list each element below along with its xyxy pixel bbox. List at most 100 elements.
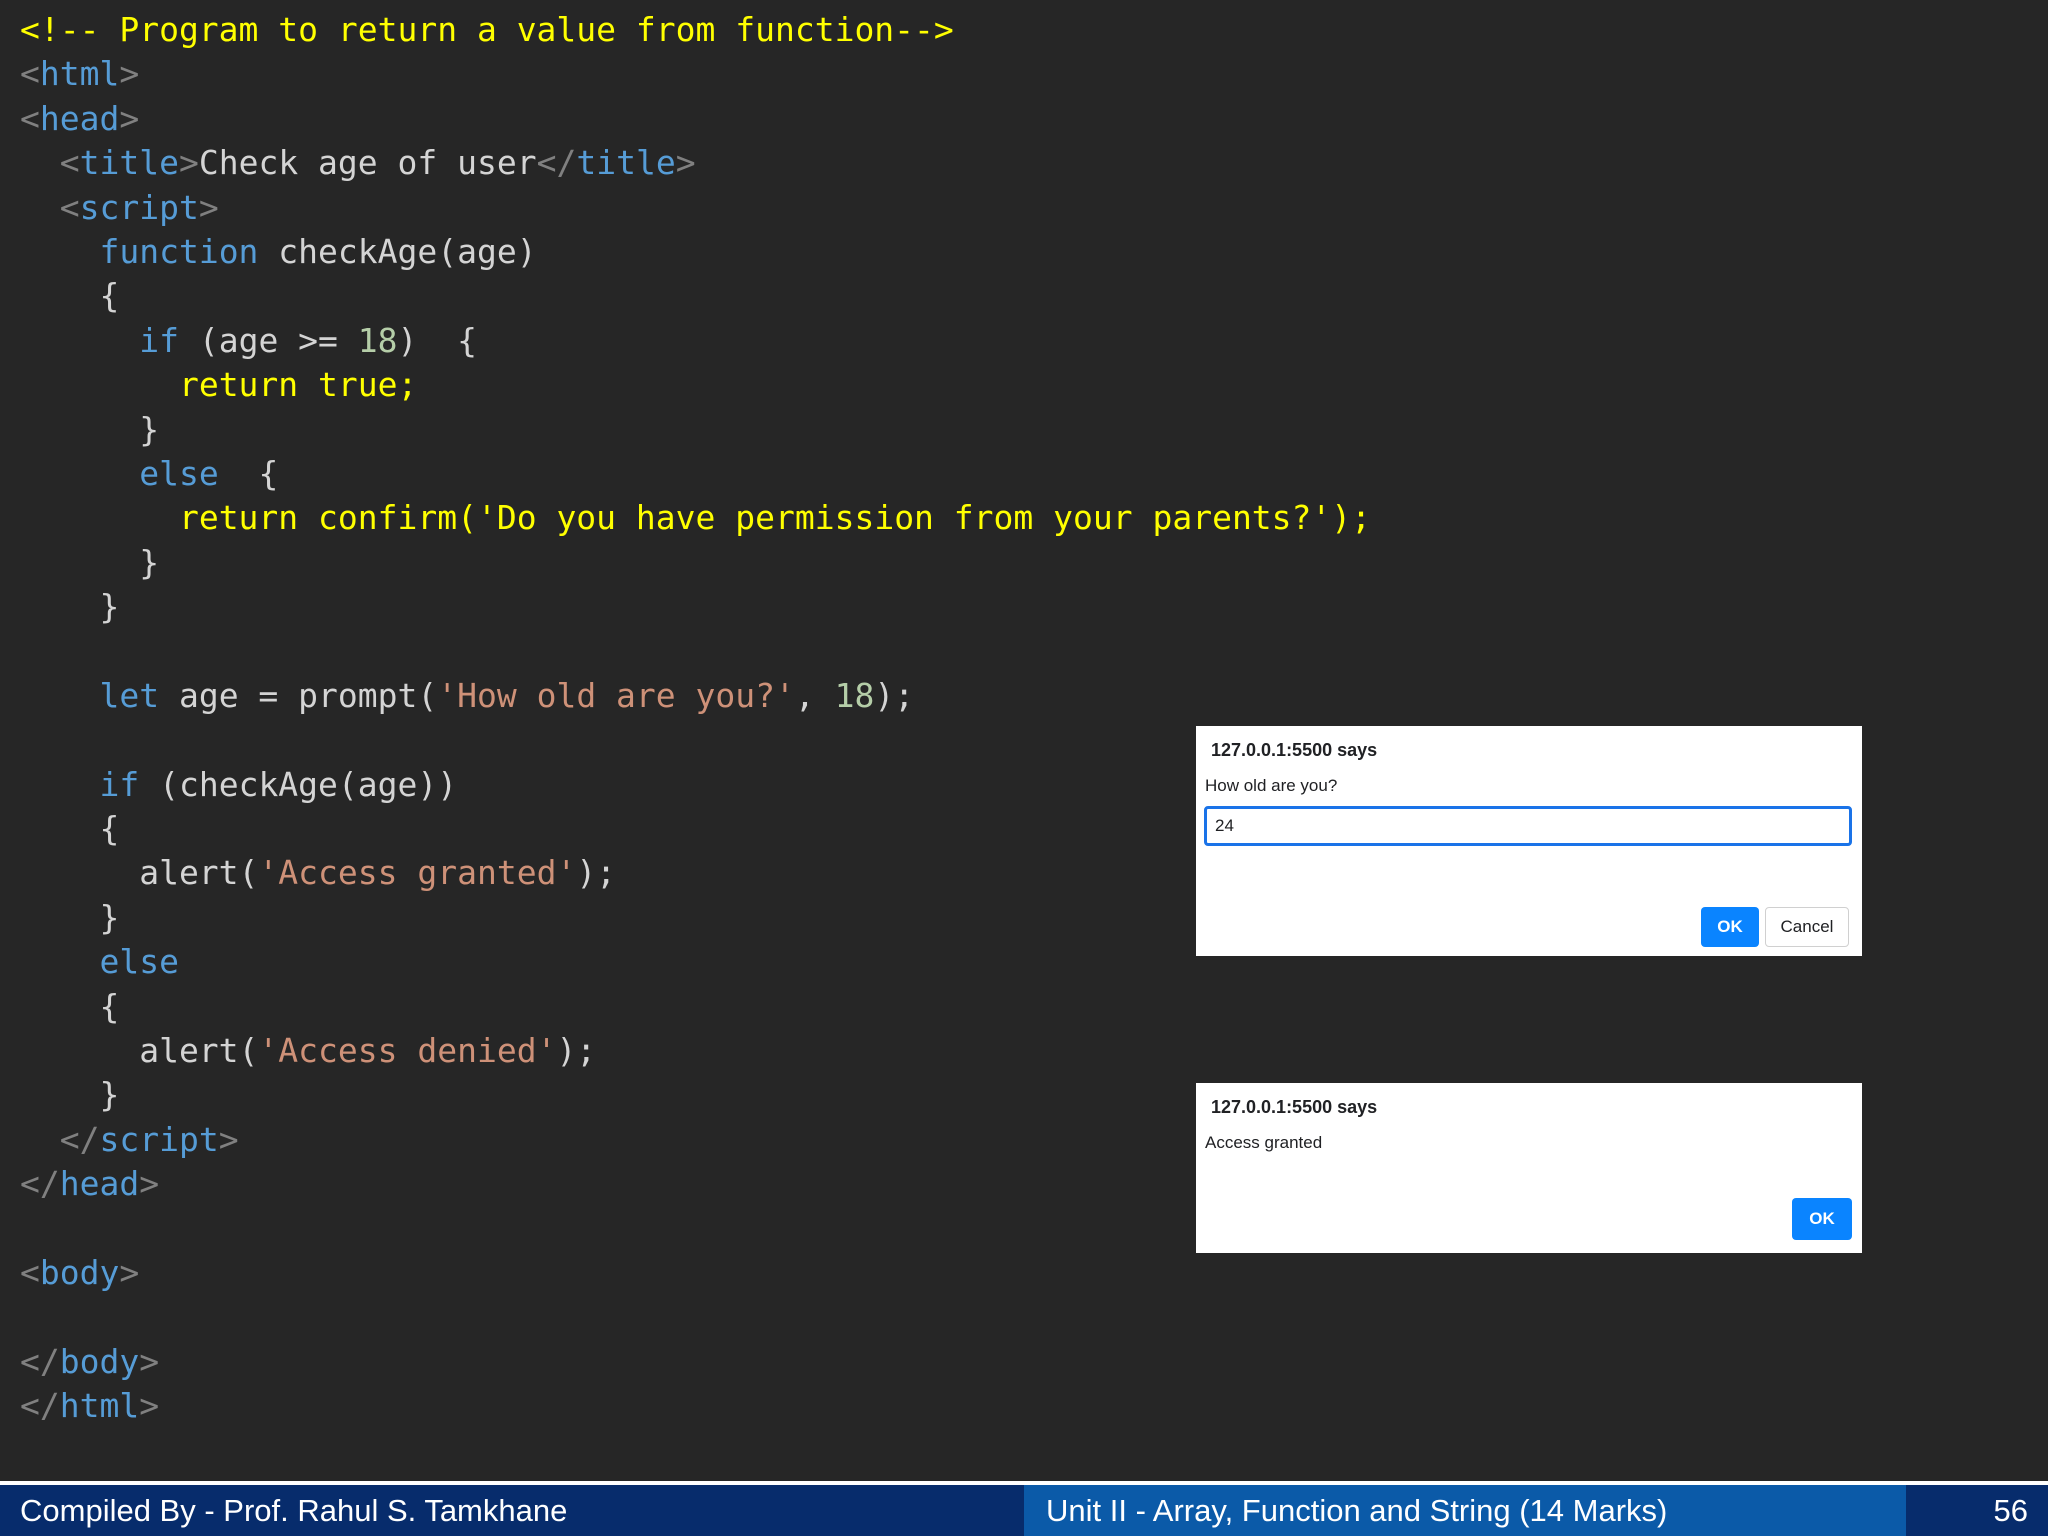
- code-token-str: 'Access granted': [258, 853, 577, 893]
- code-token-plain: age = prompt(: [159, 675, 438, 715]
- code-token-kw: else: [139, 453, 219, 493]
- code-token-plain: {: [218, 453, 279, 493]
- code-token-punct: </: [536, 143, 577, 183]
- alert-dialog-message: Access granted: [1205, 1133, 1323, 1152]
- code-token-plain: );: [556, 1030, 597, 1070]
- code-token-tag: head: [39, 98, 120, 138]
- code-listing: <!-- Program to return a value from func…: [20, 8, 1371, 1429]
- code-token-punct: >: [218, 1119, 239, 1159]
- code-line: }: [20, 408, 1371, 452]
- code-line: <html>: [20, 52, 1371, 96]
- code-line: function checkAge(age): [20, 230, 1371, 274]
- prompt-dialog: 127.0.0.1:5500 says How old are you? OK …: [1196, 726, 1862, 956]
- code-line: </head>: [20, 1162, 1371, 1206]
- code-token-hl: return confirm('Do you have permission f…: [178, 498, 1372, 538]
- code-token-punct: <: [20, 54, 40, 94]
- code-token-plain: alert(: [20, 853, 259, 893]
- code-token-plain: Check age of user: [198, 143, 537, 183]
- code-token-kw: let: [99, 675, 160, 715]
- code-token-punct: <: [59, 143, 80, 183]
- code-line: <body>: [20, 1251, 1371, 1295]
- code-line: }: [20, 585, 1371, 629]
- code-token-num: 18: [357, 320, 398, 360]
- code-token-plain: );: [874, 675, 915, 715]
- code-line: return true;: [20, 363, 1371, 407]
- code-token-punct: >: [119, 1252, 140, 1292]
- footer-author: Compiled By - Prof. Rahul S. Tamkhane: [0, 1485, 1024, 1536]
- code-token-plain: ,: [794, 675, 835, 715]
- prompt-cancel-button[interactable]: Cancel: [1765, 907, 1849, 947]
- code-token-punct: </: [59, 1119, 100, 1159]
- code-token-tag: body: [39, 1252, 120, 1292]
- prompt-dialog-message: How old are you?: [1205, 776, 1338, 795]
- code-line: {: [20, 807, 1371, 851]
- alert-dialog-title: 127.0.0.1:5500 says: [1211, 1097, 1378, 1117]
- code-token-plain: }: [20, 409, 160, 449]
- code-line: }: [20, 541, 1371, 585]
- prompt-ok-button[interactable]: OK: [1701, 907, 1759, 947]
- footer-page-number: 56: [1906, 1485, 2048, 1536]
- code-line: else: [20, 940, 1371, 984]
- code-token-tag: script: [99, 1119, 219, 1159]
- code-token-kw: if: [99, 764, 140, 804]
- code-token-plain: (age >=: [178, 320, 358, 360]
- prompt-input[interactable]: [1204, 806, 1852, 846]
- code-line: }: [20, 1073, 1371, 1117]
- code-token-plain: ) {: [397, 320, 478, 360]
- code-token-punct: <: [59, 187, 80, 227]
- code-token-plain: }: [20, 587, 120, 627]
- code-token-tag: body: [59, 1341, 140, 1381]
- code-token-str: 'How old are you?': [437, 675, 795, 715]
- code-token-plain: {: [20, 809, 120, 849]
- code-token-punct: <: [20, 98, 40, 138]
- code-token-punct: >: [198, 187, 219, 227]
- code-line: let age = prompt('How old are you?', 18)…: [20, 674, 1371, 718]
- code-token-punct: </: [20, 1341, 60, 1381]
- code-line: alert('Access denied');: [20, 1029, 1371, 1073]
- alert-dialog: 127.0.0.1:5500 says Access granted OK: [1196, 1083, 1862, 1253]
- code-line: </html>: [20, 1384, 1371, 1428]
- code-token-num: 18: [834, 675, 875, 715]
- code-token-kw: if: [139, 320, 179, 360]
- code-line: {: [20, 274, 1371, 318]
- code-token-tag: title: [79, 143, 179, 183]
- code-token-plain: checkAge(age): [258, 231, 537, 271]
- code-token-punct: >: [119, 54, 140, 94]
- code-token-tag: title: [576, 143, 676, 183]
- code-token-kw: else: [99, 942, 179, 982]
- code-token-punct: >: [119, 98, 140, 138]
- alert-ok-button[interactable]: OK: [1792, 1198, 1852, 1240]
- code-token-punct: </: [20, 1386, 60, 1426]
- code-token-punct: >: [675, 143, 696, 183]
- code-line: else {: [20, 452, 1371, 496]
- code-token-hl: return true;: [178, 365, 418, 405]
- slide-footer: Compiled By - Prof. Rahul S. Tamkhane Un…: [0, 1481, 2048, 1536]
- code-token-punct: >: [139, 1341, 160, 1381]
- code-token-plain: }: [20, 1075, 120, 1115]
- code-line: </script>: [20, 1118, 1371, 1162]
- code-line: alert('Access granted');: [20, 851, 1371, 895]
- code-line: if (age >= 18) {: [20, 319, 1371, 363]
- code-line: }: [20, 896, 1371, 940]
- code-line: return confirm('Do you have permission f…: [20, 496, 1371, 540]
- code-line: </body>: [20, 1340, 1371, 1384]
- code-token-punct: >: [139, 1386, 160, 1426]
- footer-unit-title: Unit II - Array, Function and String (14…: [1024, 1485, 1906, 1536]
- code-token-comment: <!-- Program to return a value from func…: [20, 10, 954, 49]
- code-line: <script>: [20, 186, 1371, 230]
- code-token-punct: >: [178, 143, 199, 183]
- code-line: <head>: [20, 97, 1371, 141]
- code-token-plain: }: [20, 542, 160, 582]
- code-token-plain: (checkAge(age)): [139, 764, 458, 804]
